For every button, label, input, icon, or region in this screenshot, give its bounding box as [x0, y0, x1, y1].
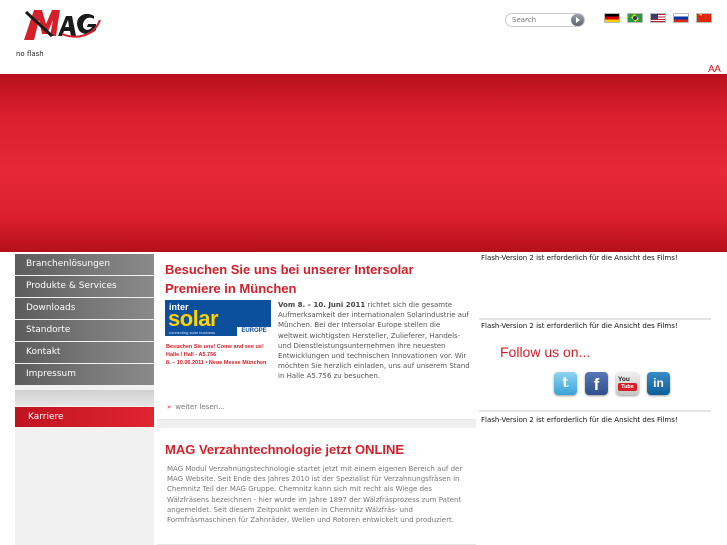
russia-flag-icon[interactable]: [673, 13, 689, 23]
youtube-icon-tube: Tube: [618, 383, 637, 391]
search-box: [505, 13, 585, 27]
mag-logo-graphic: [24, 10, 101, 40]
nav-item-downloads[interactable]: Downloads: [15, 298, 154, 319]
flash-video-slot-3: Flash-Version 2 ist erforderlich für die…: [479, 416, 711, 536]
flash-notice: Flash-Version 2 ist erforderlich für die…: [481, 416, 678, 424]
german-flag-icon[interactable]: [604, 13, 620, 23]
youtube-icon[interactable]: You Tube: [616, 372, 639, 395]
nav-item-produkte-services[interactable]: Produkte & Services: [15, 276, 154, 297]
right-column: Flash-Version 2 ist erforderlich für die…: [479, 254, 711, 545]
divider: [479, 318, 711, 320]
intersolar-logo-solar: solar: [168, 306, 219, 331]
article-title[interactable]: MAG Verzahntechnologie jetzt ONLINE: [165, 440, 470, 459]
brazil-flag-icon[interactable]: [627, 13, 643, 23]
intersolar-ad-image[interactable]: inter solar connecting solar business EU…: [165, 300, 271, 372]
language-flags: [604, 13, 712, 23]
article-date: Vom 8. – 10. Juni 2011: [278, 301, 366, 309]
news-article-intersolar: Besuchen Sie uns bei unserer Intersolar …: [157, 254, 476, 420]
search-input[interactable]: [512, 15, 572, 25]
nav-item-impressum[interactable]: Impressum: [15, 364, 154, 385]
news-article-verzahntechnologie: MAG Verzahntechnologie jetzt ONLINE MAG …: [157, 428, 476, 545]
ad-line-1: Besuchen Sie uns! Come and see us!: [166, 344, 264, 350]
nav-item-karriere[interactable]: Karriere: [15, 407, 154, 427]
twitter-icon[interactable]: t: [554, 372, 577, 395]
sidebar-divider: [15, 390, 154, 406]
double-chevron-right-icon: »: [167, 403, 172, 411]
ad-line-3: 8. – 10.06.2011 • Neue Messe München: [166, 360, 267, 366]
flash-notice: Flash-Version 2 ist erforderlich für die…: [481, 254, 678, 262]
article-text: richtet sich die gesamte Aufmerksamkeit …: [278, 301, 470, 381]
main-nav: Branchenlösungen Produkte & Services Dow…: [15, 254, 154, 385]
main-content: Besuchen Sie uns bei unserer Intersolar …: [157, 254, 476, 545]
intersolar-logo: inter solar connecting solar business EU…: [165, 300, 271, 336]
article-body: Vom 8. – 10. Juni 2011 richtet sich die …: [278, 300, 470, 382]
linkedin-icon[interactable]: in: [647, 372, 670, 395]
facebook-icon[interactable]: f: [585, 372, 608, 395]
youtube-icon-you: You: [618, 376, 630, 383]
social-icons: t f You Tube in: [554, 372, 670, 395]
divider: [479, 410, 711, 412]
nav-item-branchenloesungen[interactable]: Branchenlösungen: [15, 254, 154, 275]
follow-us-heading: Follow us on...: [500, 344, 591, 360]
flash-notice: Flash-Version 2 ist erforderlich für die…: [481, 322, 678, 330]
search-submit-icon[interactable]: [571, 14, 584, 26]
nav-item-kontakt[interactable]: Kontakt: [15, 342, 154, 363]
read-more-label: weiter lesen...: [175, 403, 225, 411]
article-title[interactable]: Besuchen Sie uns bei unserer Intersolar …: [165, 260, 470, 298]
usa-flag-icon[interactable]: [650, 13, 666, 23]
mag-logo[interactable]: [22, 6, 102, 42]
nav-item-standorte[interactable]: Standorte: [15, 320, 154, 341]
ad-line-2: Halle / Hall - A5.756: [166, 352, 217, 358]
intersolar-tagline: connecting solar business: [169, 330, 216, 335]
intersolar-europe: EUROPE: [237, 327, 271, 336]
article-body: MAG Modul Verzahnungstechnologie startet…: [167, 465, 463, 525]
hero-banner: [0, 74, 727, 252]
read-more-link[interactable]: » weiter lesen...: [167, 403, 225, 411]
no-flash-link[interactable]: no flash: [16, 50, 44, 58]
sidebar: Branchenlösungen Produkte & Services Dow…: [15, 254, 154, 545]
flash-video-slot-1: Flash-Version 2 ist erforderlich für die…: [479, 254, 711, 318]
china-flag-icon[interactable]: [696, 13, 712, 23]
article-separator: [157, 420, 476, 428]
